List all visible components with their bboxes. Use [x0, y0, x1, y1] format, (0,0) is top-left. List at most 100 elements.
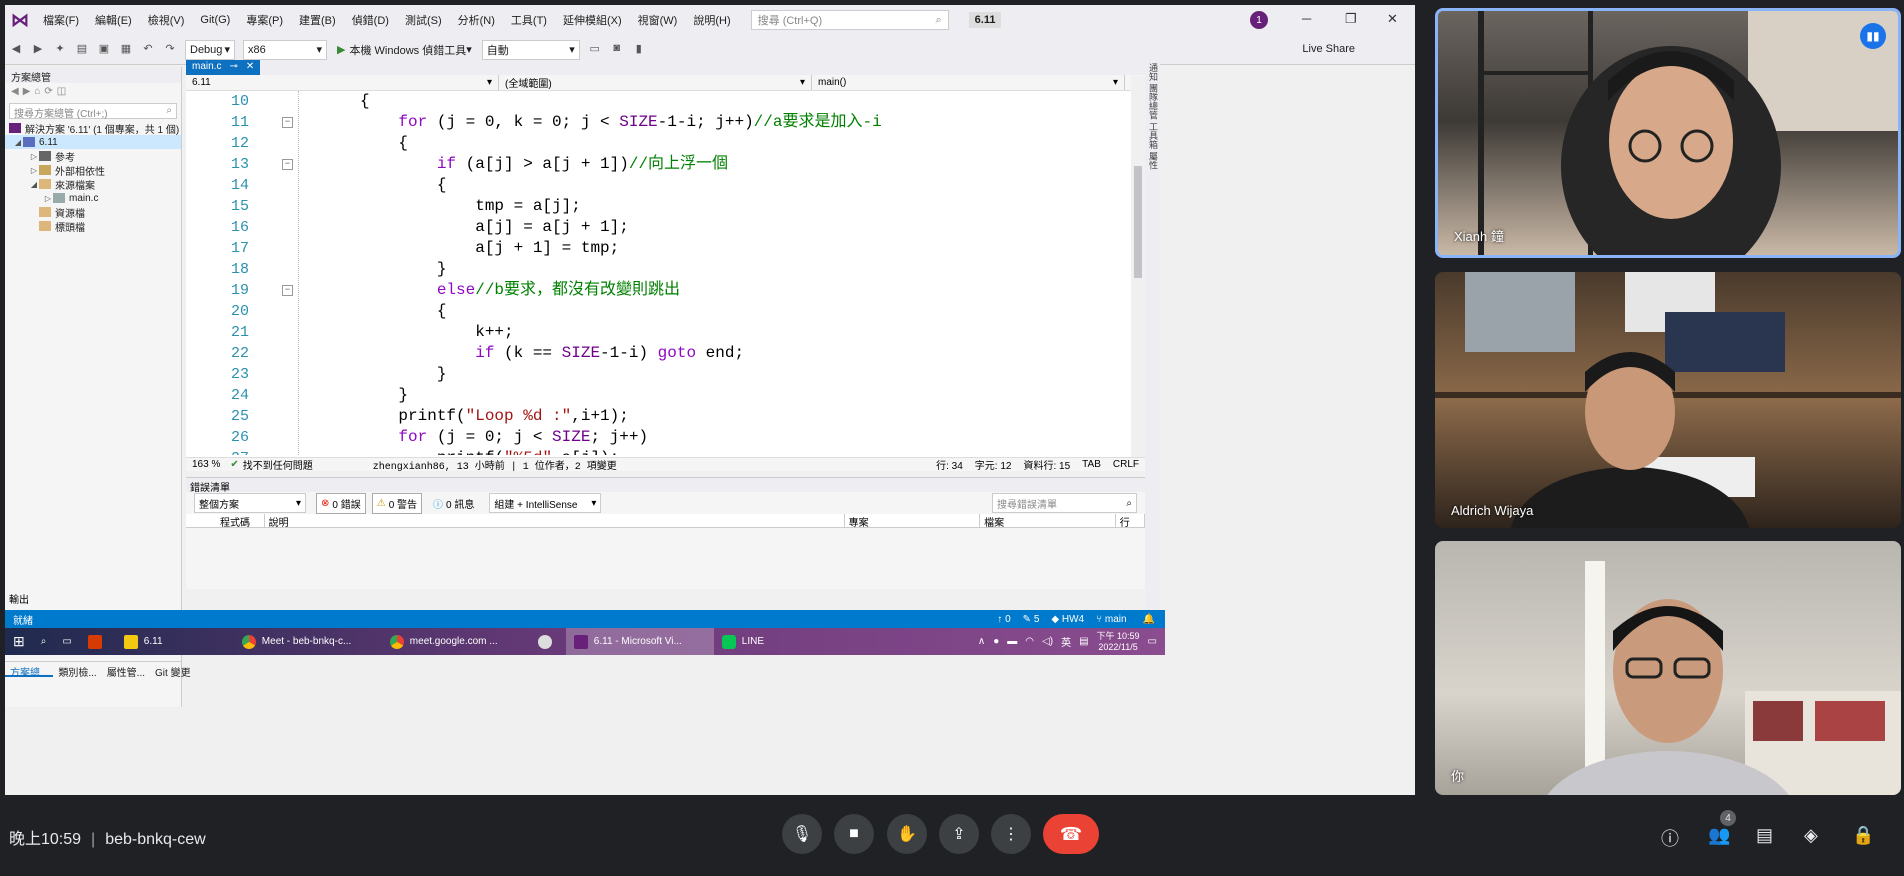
- redo-icon[interactable]: ↷: [162, 42, 178, 58]
- platform-select[interactable]: x86 ▾: [243, 39, 327, 60]
- code-line[interactable]: 25 printf("Loop %d :",i+1);: [186, 406, 1145, 427]
- open-icon[interactable]: ▤: [74, 42, 90, 58]
- minimize-icon[interactable]: ─: [1302, 11, 1311, 26]
- nav-function-select[interactable]: main() ▾: [812, 75, 1125, 90]
- save-all-icon[interactable]: ▦: [118, 42, 134, 58]
- col-project[interactable]: 專案: [845, 514, 981, 529]
- folder-icon[interactable]: ▭: [587, 42, 603, 58]
- errors-filter[interactable]: ⊗ 0 錯誤: [316, 492, 366, 514]
- save-icon[interactable]: ▣: [96, 42, 112, 58]
- live-share-button[interactable]: Live Share: [1302, 43, 1355, 55]
- code-line[interactable]: 27 printf("%5d",a[j]);: [186, 448, 1145, 455]
- menu-edit[interactable]: 編輯(E): [87, 12, 140, 28]
- push-count[interactable]: ↑ 0: [991, 614, 1016, 625]
- activities-icon[interactable]: ◈: [1804, 825, 1818, 846]
- participant-tile-2[interactable]: Aldrich Wijaya: [1435, 272, 1901, 528]
- tree-source-files[interactable]: ◢ 來源檔案: [5, 177, 181, 192]
- branch-name[interactable]: ⑂ main: [1090, 614, 1132, 625]
- code-line[interactable]: 13 − if (a[j] > a[j + 1])//向上浮一個: [186, 154, 1145, 175]
- ime-mode-icon[interactable]: ▤: [1079, 636, 1088, 647]
- mic-button[interactable]: 🎙: [782, 814, 822, 854]
- wifi-icon[interactable]: ◠: [1025, 636, 1034, 647]
- pin-icon[interactable]: ⊸: [229, 61, 237, 74]
- close-icon[interactable]: ✕: [246, 61, 254, 74]
- people-icon[interactable]: 👥: [1708, 825, 1730, 846]
- tab-git-changes[interactable]: Git 變更: [150, 662, 196, 679]
- menu-tools[interactable]: 工具(T): [503, 12, 555, 28]
- code-line[interactable]: 21 k++;: [186, 322, 1145, 343]
- tree-main-c[interactable]: ▷ main.c: [5, 191, 181, 205]
- code-line[interactable]: 11 − for (j = 0, k = 0; j < SIZE-1-i; j++…: [186, 112, 1145, 133]
- task-view-icon[interactable]: ▭: [54, 628, 79, 655]
- config-select[interactable]: Debug ▾: [185, 39, 235, 60]
- fold-toggle-icon[interactable]: −: [282, 159, 293, 170]
- tree-headers[interactable]: 標頭檔: [5, 219, 181, 234]
- tab-mode[interactable]: TAB: [1076, 459, 1107, 470]
- code-line[interactable]: 10 {: [186, 91, 1145, 112]
- taskbar-clock[interactable]: 下午 10:59 2022/11/5: [1097, 631, 1140, 653]
- menu-git[interactable]: Git(G): [192, 14, 238, 26]
- menu-file[interactable]: 檔案(F): [35, 12, 87, 28]
- tree-project[interactable]: ◢ 6.11: [5, 135, 181, 149]
- menu-debug[interactable]: 偵錯(D): [344, 12, 397, 28]
- participant-tile-1[interactable]: ▮▮ Xianh 鐘: [1435, 8, 1901, 258]
- fold-toggle-icon[interactable]: −: [282, 285, 293, 296]
- solution-search-input[interactable]: 搜尋方案總管 (Ctrl+;) ⌕: [9, 103, 177, 120]
- editor-scrollbar[interactable]: [1131, 76, 1145, 471]
- code-line[interactable]: 15 tmp = a[j];: [186, 196, 1145, 217]
- tab-class-view[interactable]: 類別檢...: [53, 662, 101, 679]
- build-select[interactable]: 組建 + IntelliSense ▾: [489, 493, 602, 513]
- run-button[interactable]: ▶ 本機 Windows 偵錯工具 ▾: [337, 42, 472, 58]
- camera-button[interactable]: ■: [834, 814, 874, 854]
- menu-view[interactable]: 檢視(V): [140, 12, 193, 28]
- menu-help[interactable]: 說明(H): [685, 12, 738, 28]
- taskbar-visual-studio[interactable]: 6.11 - Microsoft Vi...: [565, 628, 714, 655]
- undo-icon[interactable]: ↶: [140, 42, 156, 58]
- notification-icon[interactable]: 🔔: [1133, 614, 1165, 625]
- back-icon[interactable]: ◀: [8, 42, 24, 58]
- menu-analyze[interactable]: 分析(N): [450, 12, 503, 28]
- windows-start-icon[interactable]: ⊞: [5, 628, 33, 655]
- info-icon[interactable]: ⓘ: [1661, 825, 1679, 851]
- code-line[interactable]: 14 {: [186, 175, 1145, 196]
- taskbar-chrome-meet[interactable]: Meet - beb-bnkq-c...: [234, 628, 382, 655]
- search-icon[interactable]: ⌕: [33, 628, 55, 655]
- vs-search-input[interactable]: 搜尋 (Ctrl+Q) ⌕: [750, 10, 949, 30]
- camera-icon[interactable]: ◙: [609, 42, 625, 58]
- forward-icon[interactable]: ▶: [30, 42, 46, 58]
- col-description[interactable]: 說明: [265, 514, 845, 529]
- mic-icon[interactable]: ●: [993, 636, 999, 647]
- office-icon[interactable]: [80, 628, 116, 655]
- tab-main-c[interactable]: main.c ⊸ ✕: [186, 60, 261, 75]
- volume-icon[interactable]: ◁): [1042, 636, 1053, 647]
- nav-project-select[interactable]: 6.11 ▾: [186, 75, 499, 90]
- menu-project[interactable]: 專案(P): [238, 12, 291, 28]
- code-line[interactable]: 16 a[j] = a[j + 1];: [186, 217, 1145, 238]
- col-file[interactable]: 檔案: [980, 514, 1116, 529]
- menu-build[interactable]: 建置(B): [291, 12, 344, 28]
- meeting-code[interactable]: beb-bnkq-cew: [105, 831, 206, 848]
- ime-indicator[interactable]: 英: [1061, 634, 1071, 649]
- fold-toggle-icon[interactable]: −: [282, 117, 293, 128]
- action-center-icon[interactable]: ▭: [1148, 636, 1157, 647]
- issues-text[interactable]: 找不到任何問題: [243, 457, 373, 472]
- scope-select[interactable]: 整個方案 ▾: [194, 493, 306, 513]
- nav-scope-select[interactable]: (全域範圍) ▾: [499, 75, 812, 90]
- code-area[interactable]: 10 {11 − for (j = 0, k = 0; j < SIZE-1-i; …: [186, 91, 1145, 455]
- battery-icon[interactable]: ▬: [1007, 636, 1017, 647]
- restore-icon[interactable]: ❐: [1345, 11, 1357, 27]
- participant-tile-3[interactable]: 你: [1435, 541, 1901, 795]
- menu-extensions[interactable]: 延伸模組(X): [555, 12, 630, 28]
- taskbar-line[interactable]: LINE: [714, 628, 772, 655]
- code-line[interactable]: 20 {: [186, 301, 1145, 322]
- chevron-up-icon[interactable]: ∧: [978, 636, 985, 647]
- new-project-icon[interactable]: ✦: [52, 42, 68, 58]
- col-code[interactable]: 程式碼: [216, 514, 265, 529]
- output-tab[interactable]: 輸出: [9, 591, 29, 606]
- repo-name[interactable]: ◆ HW4: [1045, 614, 1090, 625]
- more-options-button[interactable]: ⋮: [991, 814, 1031, 854]
- warnings-filter[interactable]: ⚠ 0 警告: [371, 492, 423, 514]
- edits-count[interactable]: ✎ 5: [1017, 614, 1046, 625]
- code-line[interactable]: 17 a[j + 1] = tmp;: [186, 238, 1145, 259]
- end-call-button[interactable]: ☎: [1043, 814, 1099, 854]
